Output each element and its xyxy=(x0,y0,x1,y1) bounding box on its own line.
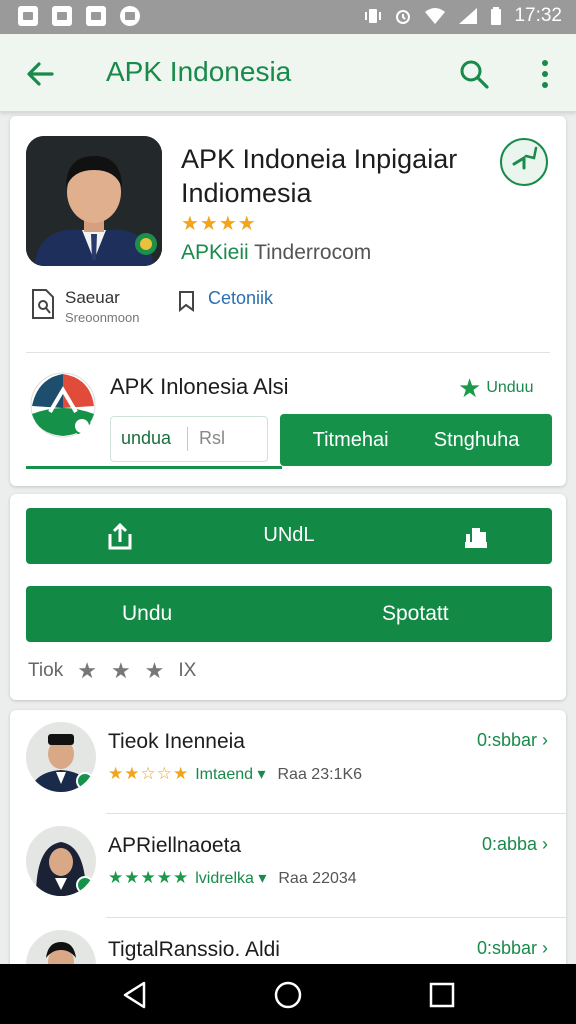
secondary-action-right-label: Rsl xyxy=(199,428,225,448)
primary-action-button[interactable]: Titmehai Stnghuha xyxy=(280,414,552,466)
verified-badge-icon xyxy=(76,876,94,894)
thumbs-up-icon xyxy=(465,528,487,548)
notification-icons xyxy=(18,6,140,26)
photo-notification-icon xyxy=(52,6,72,26)
install-button-right-label: Spotatt xyxy=(382,602,449,625)
related-apps-list: Tieok Inenneia ★★☆☆★ Imtaend ▾ Raa 23:1K6 … xyxy=(10,710,566,1000)
secondary-action-button[interactable]: undua Rsl xyxy=(110,416,268,462)
list-item-action[interactable]: 0:abba › xyxy=(482,834,548,855)
install-button-left-label: Undu xyxy=(122,602,173,625)
app-notification-icon xyxy=(120,6,140,26)
page-title: APK Indonesia xyxy=(106,56,292,87)
search-icon[interactable] xyxy=(456,56,492,92)
list-item[interactable]: APRiellnaoeta ★★★★★ lvidrelka ▾ Raa 22034 … xyxy=(10,814,566,918)
update-clock-icon[interactable] xyxy=(498,136,550,188)
shield-notification-icon xyxy=(86,6,106,26)
avatar xyxy=(26,826,96,896)
download-tag[interactable]: ★ Unduu xyxy=(458,374,533,402)
list-item-action[interactable]: 0:sbbar › xyxy=(477,938,548,959)
secondary-action-left-label: undua xyxy=(121,428,172,448)
alarm-icon xyxy=(396,10,411,24)
developer-domain: Tinderrocom xyxy=(248,241,372,264)
primary-action-right-label: Stnghuha xyxy=(433,428,520,451)
list-item-title: TigtalRanssio. Aldi xyxy=(108,938,280,961)
app-name: APK Indoneia Inpigaiar Indiomesia xyxy=(181,144,458,208)
document-search-icon xyxy=(32,289,54,319)
system-navigation-bar xyxy=(0,964,576,1024)
list-item-details: Raa 23:1K6 xyxy=(277,766,363,783)
rating-label: Tiok xyxy=(28,660,64,681)
rating-star-icon[interactable]: ★ xyxy=(77,658,97,684)
list-item-stars: ★★☆☆★ xyxy=(108,764,190,783)
meta-two-label[interactable]: Cetoniik xyxy=(208,288,273,309)
app-bar: APK Indonesia xyxy=(0,34,576,112)
developer-name[interactable]: APKieii xyxy=(181,241,249,264)
avatar xyxy=(26,722,96,792)
rating-star-icon[interactable]: ★ xyxy=(145,658,165,684)
nav-recents-icon[interactable] xyxy=(427,980,457,1010)
rating-value: IX xyxy=(178,660,197,681)
list-item-stars: ★★★★★ xyxy=(108,868,190,887)
clock: 17:32 xyxy=(514,5,562,26)
meta-one-title: Saeuar xyxy=(65,288,120,307)
more-options-icon[interactable] xyxy=(534,56,556,92)
secondary-app-title: APK Inlonesia Alsi xyxy=(110,374,289,399)
status-bar: 17:32 xyxy=(0,0,576,34)
battery-icon xyxy=(491,7,502,25)
list-item-details: Raa 22034 xyxy=(278,870,357,887)
star-icon: ★ xyxy=(458,373,482,403)
active-tab-indicator xyxy=(26,466,282,469)
system-icons: 17:32 xyxy=(364,5,562,27)
image-notification-icon xyxy=(18,6,38,26)
list-item-title: APRiellnaoeta xyxy=(108,834,242,857)
button-separator xyxy=(187,427,188,451)
divider xyxy=(26,352,550,353)
wifi-icon xyxy=(425,8,446,24)
app-icon[interactable] xyxy=(26,136,162,266)
download-button[interactable]: UNdL xyxy=(26,508,552,564)
rating-star-icon[interactable]: ★ xyxy=(111,658,131,684)
app-detail-card: APK Indoneia Inpigaiar Indiomesia ★★★★ A… xyxy=(10,116,566,486)
primary-action-left-label: Titmehai xyxy=(312,428,389,451)
list-item-developer: Imtaend ▾ xyxy=(195,766,266,783)
list-item-meta: ★★★★★ lvidrelka ▾ Raa 22034 xyxy=(108,868,357,888)
meta-info-one: Saeuar Sreoonmoon xyxy=(30,288,160,328)
rating-row[interactable]: Tiok ★ ★ ★ IX xyxy=(28,658,196,684)
nav-back-icon[interactable] xyxy=(120,980,150,1010)
app-logo-small[interactable] xyxy=(30,372,96,438)
bookmark-icon xyxy=(179,291,194,312)
list-item[interactable]: Tieok Inenneia ★★☆☆★ Imtaend ▾ Raa 23:1K6 … xyxy=(10,710,566,814)
signal-icon xyxy=(459,8,478,24)
list-item-title: Tieok Inenneia xyxy=(108,730,245,753)
download-tag-label: Unduu xyxy=(486,379,534,396)
nav-home-icon[interactable] xyxy=(273,980,303,1010)
meta-one-subtitle: Sreoonmoon xyxy=(65,310,140,325)
back-arrow-icon[interactable] xyxy=(22,56,58,92)
actions-card: UNdL Undu Spotatt Tiok ★ ★ ★ IX xyxy=(10,494,566,700)
developer-line[interactable]: APKieii Tinderrocom xyxy=(181,241,371,265)
install-button[interactable]: Undu Spotatt xyxy=(26,586,552,642)
verified-badge-icon xyxy=(76,772,94,790)
vibrate-icon xyxy=(365,9,382,23)
list-item-developer: lvidrelka ▾ xyxy=(195,870,267,887)
list-item-action[interactable]: 0:sbbar › xyxy=(477,730,548,751)
list-item-meta: ★★☆☆★ Imtaend ▾ Raa 23:1K6 xyxy=(108,764,362,784)
app-rating-stars: ★★★★ xyxy=(181,213,257,235)
